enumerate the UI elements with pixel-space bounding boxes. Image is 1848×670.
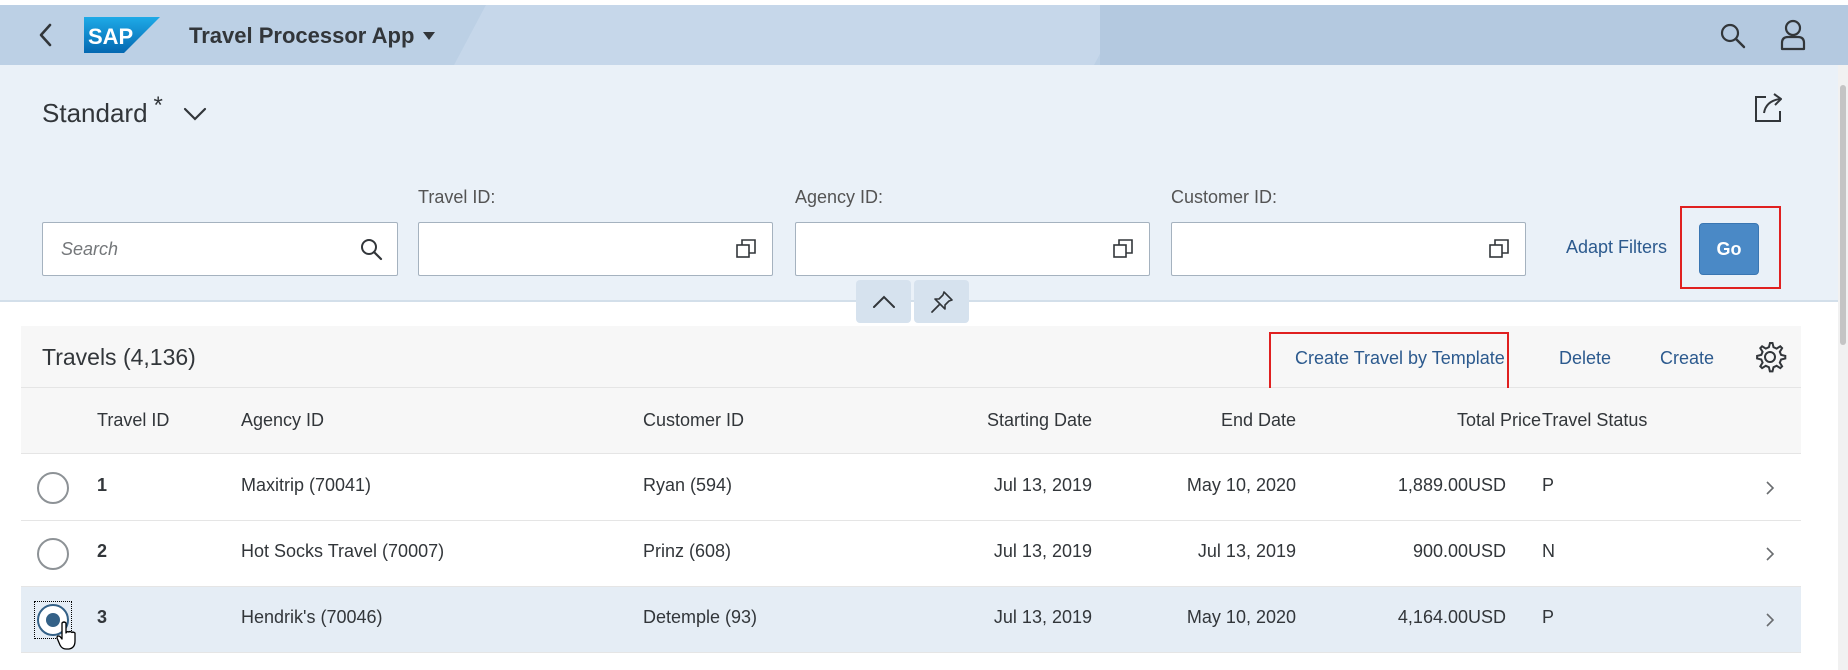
pin-header-button[interactable] xyxy=(914,280,969,323)
scrollbar-thumb[interactable] xyxy=(1840,85,1846,345)
column-header[interactable]: Agency ID xyxy=(241,410,324,431)
travel-id-cell: 1 xyxy=(97,475,108,495)
caret-down-icon xyxy=(423,32,436,40)
app-title: Travel Processor App xyxy=(189,23,415,48)
table-row[interactable]: 3 Hendrik's (70046) Detemple (93) Jul 13… xyxy=(21,587,1801,653)
agency-id-field[interactable] xyxy=(795,222,1150,276)
shell-decoration xyxy=(454,5,1126,65)
adapt-filters-button[interactable]: Adapt Filters xyxy=(1566,237,1667,258)
search-icon[interactable] xyxy=(1718,21,1748,51)
delete-button[interactable]: Delete xyxy=(1559,348,1611,369)
customer-cell: Prinz (608) xyxy=(643,541,732,561)
filter-header: Standard * Search Travel ID: Agency ID: … xyxy=(0,65,1848,302)
agency-cell: Hendrik's (70046) xyxy=(241,607,383,627)
table-toolbar: Travels (4,136) Create Travel by Templat… xyxy=(21,326,1801,390)
end-date-cell: Jul 13, 2019 xyxy=(1197,541,1296,561)
chevron-right-icon[interactable] xyxy=(1763,479,1777,497)
travel-id-field[interactable] xyxy=(418,222,773,276)
travel-id-label: Travel ID: xyxy=(418,187,496,207)
highlight-box xyxy=(1680,206,1781,289)
currency-cell: USD xyxy=(1468,607,1507,627)
agency-cell: Maxitrip (70041) xyxy=(241,475,372,495)
chevron-right-icon[interactable] xyxy=(1763,611,1777,629)
variant-modified-marker: * xyxy=(153,92,163,119)
variant-name: Standard xyxy=(42,98,148,128)
search-field[interactable]: Search xyxy=(42,222,398,276)
row-select-radio[interactable] xyxy=(37,538,69,570)
travel-id-cell: 3 xyxy=(97,607,108,627)
start-date-cell: Jul 13, 2019 xyxy=(993,475,1092,495)
column-header[interactable]: End Date xyxy=(1221,410,1296,431)
chevron-right-icon[interactable] xyxy=(1763,545,1777,563)
customer-id-field[interactable] xyxy=(1171,222,1526,276)
search-placeholder: Search xyxy=(61,239,119,259)
travels-table: Travels (4,136) Create Travel by Templat… xyxy=(21,326,1801,670)
hand-cursor-icon xyxy=(56,621,76,650)
column-header[interactable]: Customer ID xyxy=(643,410,744,431)
status-cell: P xyxy=(1542,607,1555,627)
shell-bar: SAP Travel Processor App xyxy=(0,5,1848,65)
status-cell: P xyxy=(1542,475,1555,495)
search-icon[interactable] xyxy=(359,237,383,261)
page-scrollbar[interactable] xyxy=(1838,65,1848,670)
price-cell: 900.00 xyxy=(1412,541,1468,561)
collapse-header-button[interactable] xyxy=(856,280,911,323)
end-date-cell: May 10, 2020 xyxy=(1186,475,1296,495)
column-header[interactable]: Starting Date xyxy=(987,410,1092,431)
price-cell: 4,164.00 xyxy=(1397,607,1468,627)
create-button[interactable]: Create xyxy=(1660,348,1714,369)
row-select-radio[interactable] xyxy=(37,472,69,504)
end-date-cell: May 10, 2020 xyxy=(1186,607,1296,627)
chevron-up-icon xyxy=(872,295,895,308)
column-header[interactable]: Travel Status xyxy=(1542,410,1647,431)
currency-cell: USD xyxy=(1468,475,1507,495)
value-help-icon[interactable] xyxy=(734,237,758,261)
back-icon xyxy=(39,23,52,47)
price-cell: 1,889.00 xyxy=(1397,475,1468,495)
share-icon[interactable] xyxy=(1752,91,1786,125)
travel-id-cell: 2 xyxy=(97,541,108,561)
column-header[interactable]: Travel ID xyxy=(97,410,169,431)
table-row[interactable]: 2 Hot Socks Travel (70007) Prinz (608) J… xyxy=(21,521,1801,587)
status-cell: N xyxy=(1542,541,1555,561)
start-date-cell: Jul 13, 2019 xyxy=(993,607,1092,627)
table-row[interactable]: 1 Maxitrip (70041) Ryan (594) Jul 13, 20… xyxy=(21,455,1801,521)
customer-cell: Detemple (93) xyxy=(643,607,758,627)
highlight-box xyxy=(1269,332,1509,390)
value-help-icon[interactable] xyxy=(1487,237,1511,261)
agency-id-label: Agency ID: xyxy=(795,187,884,207)
customer-id-label: Customer ID: xyxy=(1171,187,1278,207)
back-button[interactable] xyxy=(30,19,62,51)
logo-text: SAP xyxy=(88,24,133,49)
start-date-cell: Jul 13, 2019 xyxy=(993,541,1092,561)
gear-icon[interactable] xyxy=(1753,340,1787,374)
pin-icon xyxy=(930,290,953,313)
chevron-down-icon xyxy=(183,107,206,121)
table-title: Travels (4,136) xyxy=(42,344,196,370)
currency-cell: USD xyxy=(1468,541,1507,561)
variant-selector[interactable]: Standard * xyxy=(42,92,207,131)
agency-cell: Hot Socks Travel (70007) xyxy=(241,541,445,561)
app-title-menu[interactable]: Travel Processor App xyxy=(189,23,436,49)
table-header-row: Travel ID Agency ID Customer ID Starting… xyxy=(21,388,1801,454)
customer-cell: Ryan (594) xyxy=(643,475,733,495)
value-help-icon[interactable] xyxy=(1111,237,1135,261)
user-icon[interactable] xyxy=(1778,19,1808,51)
column-header[interactable]: Total Price xyxy=(1457,410,1541,431)
sap-logo: SAP xyxy=(84,17,160,53)
